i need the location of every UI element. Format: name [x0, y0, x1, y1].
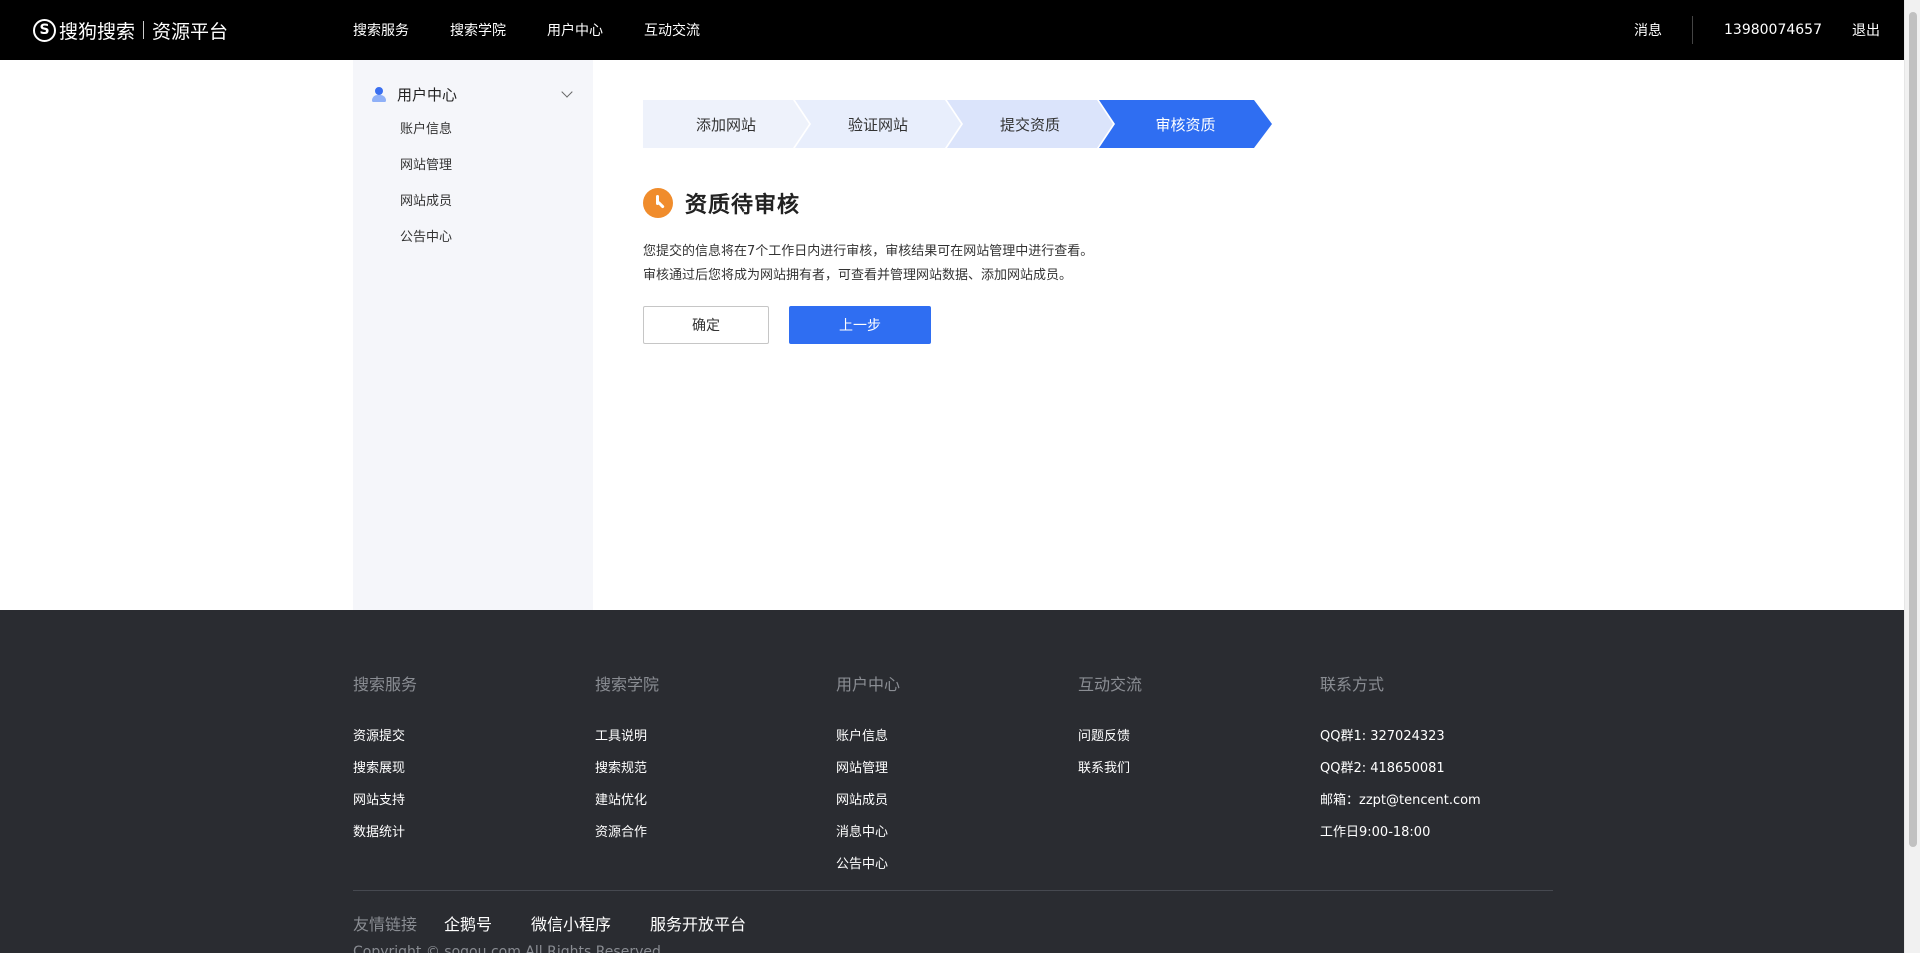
footer-link[interactable]: 资源合作 — [595, 817, 659, 849]
footer-column-contact: 联系方式 QQ群1: 327024323 QQ群2: 418650081 邮箱：… — [1320, 671, 1481, 849]
step-review-qualification[interactable]: 审核资质 — [1099, 100, 1272, 148]
status-heading: 资质待审核 — [643, 188, 800, 218]
footer-link[interactable]: 建站优化 — [595, 785, 659, 817]
friend-link-open-platform[interactable]: 服务开放平台 — [650, 911, 746, 935]
footer-column-title: 搜索学院 — [595, 675, 660, 694]
step-label: 验证网站 — [847, 115, 908, 134]
messages-link[interactable]: 消息 — [1634, 20, 1662, 40]
step-label: 添加网站 — [695, 115, 756, 134]
footer-column-title: 联系方式 — [1320, 675, 1385, 694]
footer-divider — [353, 890, 1553, 891]
logo-product-text: 资源平台 — [152, 20, 229, 43]
confirm-button[interactable]: 确定 — [643, 306, 769, 344]
nav-search-academy[interactable]: 搜索学院 — [450, 20, 506, 40]
footer-column-title: 用户中心 — [836, 675, 901, 694]
footer-link[interactable]: 网站支持 — [353, 785, 417, 817]
friend-link-wechat-miniprogram[interactable]: 微信小程序 — [531, 911, 611, 935]
friend-links: 友情链接 企鹅号 微信小程序 服务开放平台 — [353, 911, 785, 935]
previous-step-button[interactable]: 上一步 — [789, 306, 931, 344]
footer-column-title: 搜索服务 — [353, 675, 418, 694]
page-title: 资质待审核 — [685, 193, 801, 218]
footer-link[interactable]: 网站管理 — [836, 753, 900, 785]
logo-divider — [143, 21, 145, 39]
sidebar-group-user-center[interactable]: 用户中心 — [371, 83, 575, 105]
nav-user-center[interactable]: 用户中心 — [547, 20, 603, 40]
step-label: 审核资质 — [1155, 115, 1216, 134]
footer-column-user-center: 用户中心 账户信息 网站管理 网站成员 消息中心 公告中心 — [836, 671, 900, 881]
chevron-down-icon[interactable] — [561, 86, 573, 98]
contact-hours: 工作日9:00-18:00 — [1320, 825, 1431, 840]
contact-qq-group-1: QQ群1: 327024323 — [1320, 729, 1445, 744]
footer-link[interactable]: 资源提交 — [353, 721, 417, 753]
friend-link-penguin[interactable]: 企鹅号 — [444, 911, 492, 935]
header-divider — [1692, 16, 1694, 44]
site-logo[interactable]: S 搜狗搜索 资源平台 — [33, 16, 228, 44]
footer-link[interactable]: 问题反馈 — [1078, 721, 1142, 753]
footer-link[interactable]: 联系我们 — [1078, 753, 1142, 785]
logout-link[interactable]: 退出 — [1852, 20, 1880, 40]
status-description-line-2: 审核通过后您将成为网站拥有者，可查看并管理网站数据、添加网站成员。 — [643, 268, 1073, 283]
top-header: S 搜狗搜索 资源平台 搜索服务 搜索学院 用户中心 互动交流 消息 13980… — [0, 0, 1904, 60]
step-label: 提交资质 — [999, 115, 1060, 134]
footer-column-interaction: 互动交流 问题反馈 联系我们 — [1078, 671, 1142, 785]
sogou-logo-icon: S — [33, 18, 56, 42]
step-verify-site[interactable]: 验证网站 — [795, 100, 961, 148]
footer-column-search-service: 搜索服务 资源提交 搜索展现 网站支持 数据统计 — [353, 671, 417, 849]
footer-link[interactable]: 公告中心 — [836, 849, 900, 881]
footer-link[interactable]: 搜索规范 — [595, 753, 659, 785]
main-nav: 搜索服务 搜索学院 用户中心 互动交流 — [353, 0, 741, 60]
page-scrollbar[interactable] — [1904, 0, 1920, 953]
footer-link[interactable]: 账户信息 — [836, 721, 900, 753]
nav-interaction[interactable]: 互动交流 — [644, 20, 700, 40]
footer-column-title: 互动交流 — [1078, 675, 1143, 694]
sidebar-group-title: 用户中心 — [397, 85, 458, 104]
copyright: Copyright © sogou.com All Rights Reserve… — [353, 944, 661, 953]
footer-link[interactable]: 搜索展现 — [353, 753, 417, 785]
scrollbar-thumb[interactable] — [1909, 12, 1917, 847]
nav-search-service[interactable]: 搜索服务 — [353, 20, 409, 40]
page-footer: 搜索服务 资源提交 搜索展现 网站支持 数据统计 搜索学院 工具说明 搜索规范 … — [0, 610, 1904, 953]
user-icon — [371, 86, 387, 102]
clock-icon — [643, 188, 673, 218]
logo-brand-text: 搜狗搜索 — [59, 20, 136, 43]
sidebar: 用户中心 账户信息 网站管理 网站成员 公告中心 — [353, 60, 593, 610]
sidebar-item-site-members[interactable]: 网站成员 — [400, 190, 452, 209]
footer-link[interactable]: 网站成员 — [836, 785, 900, 817]
footer-column-search-academy: 搜索学院 工具说明 搜索规范 建站优化 资源合作 — [595, 671, 659, 849]
contact-email: 邮箱：zzpt@tencent.com — [1320, 793, 1481, 808]
footer-link[interactable]: 工具说明 — [595, 721, 659, 753]
sidebar-item-account-info[interactable]: 账户信息 — [400, 118, 452, 137]
footer-link[interactable]: 消息中心 — [836, 817, 900, 849]
contact-qq-group-2: QQ群2: 418650081 — [1320, 761, 1445, 776]
step-submit-qualification[interactable]: 提交资质 — [947, 100, 1113, 148]
friend-links-label: 友情链接 — [353, 915, 418, 934]
step-add-site[interactable]: 添加网站 — [643, 100, 809, 148]
sidebar-item-announcements[interactable]: 公告中心 — [400, 226, 452, 245]
status-description-line-1: 您提交的信息将在7个工作日内进行审核，审核结果可在网站管理中进行查看。 — [643, 244, 1094, 259]
user-phone[interactable]: 13980074657 — [1724, 22, 1822, 38]
header-user-area: 消息 13980074657 退出 — [1634, 0, 1880, 60]
footer-link[interactable]: 数据统计 — [353, 817, 417, 849]
sidebar-item-site-management[interactable]: 网站管理 — [400, 154, 452, 173]
